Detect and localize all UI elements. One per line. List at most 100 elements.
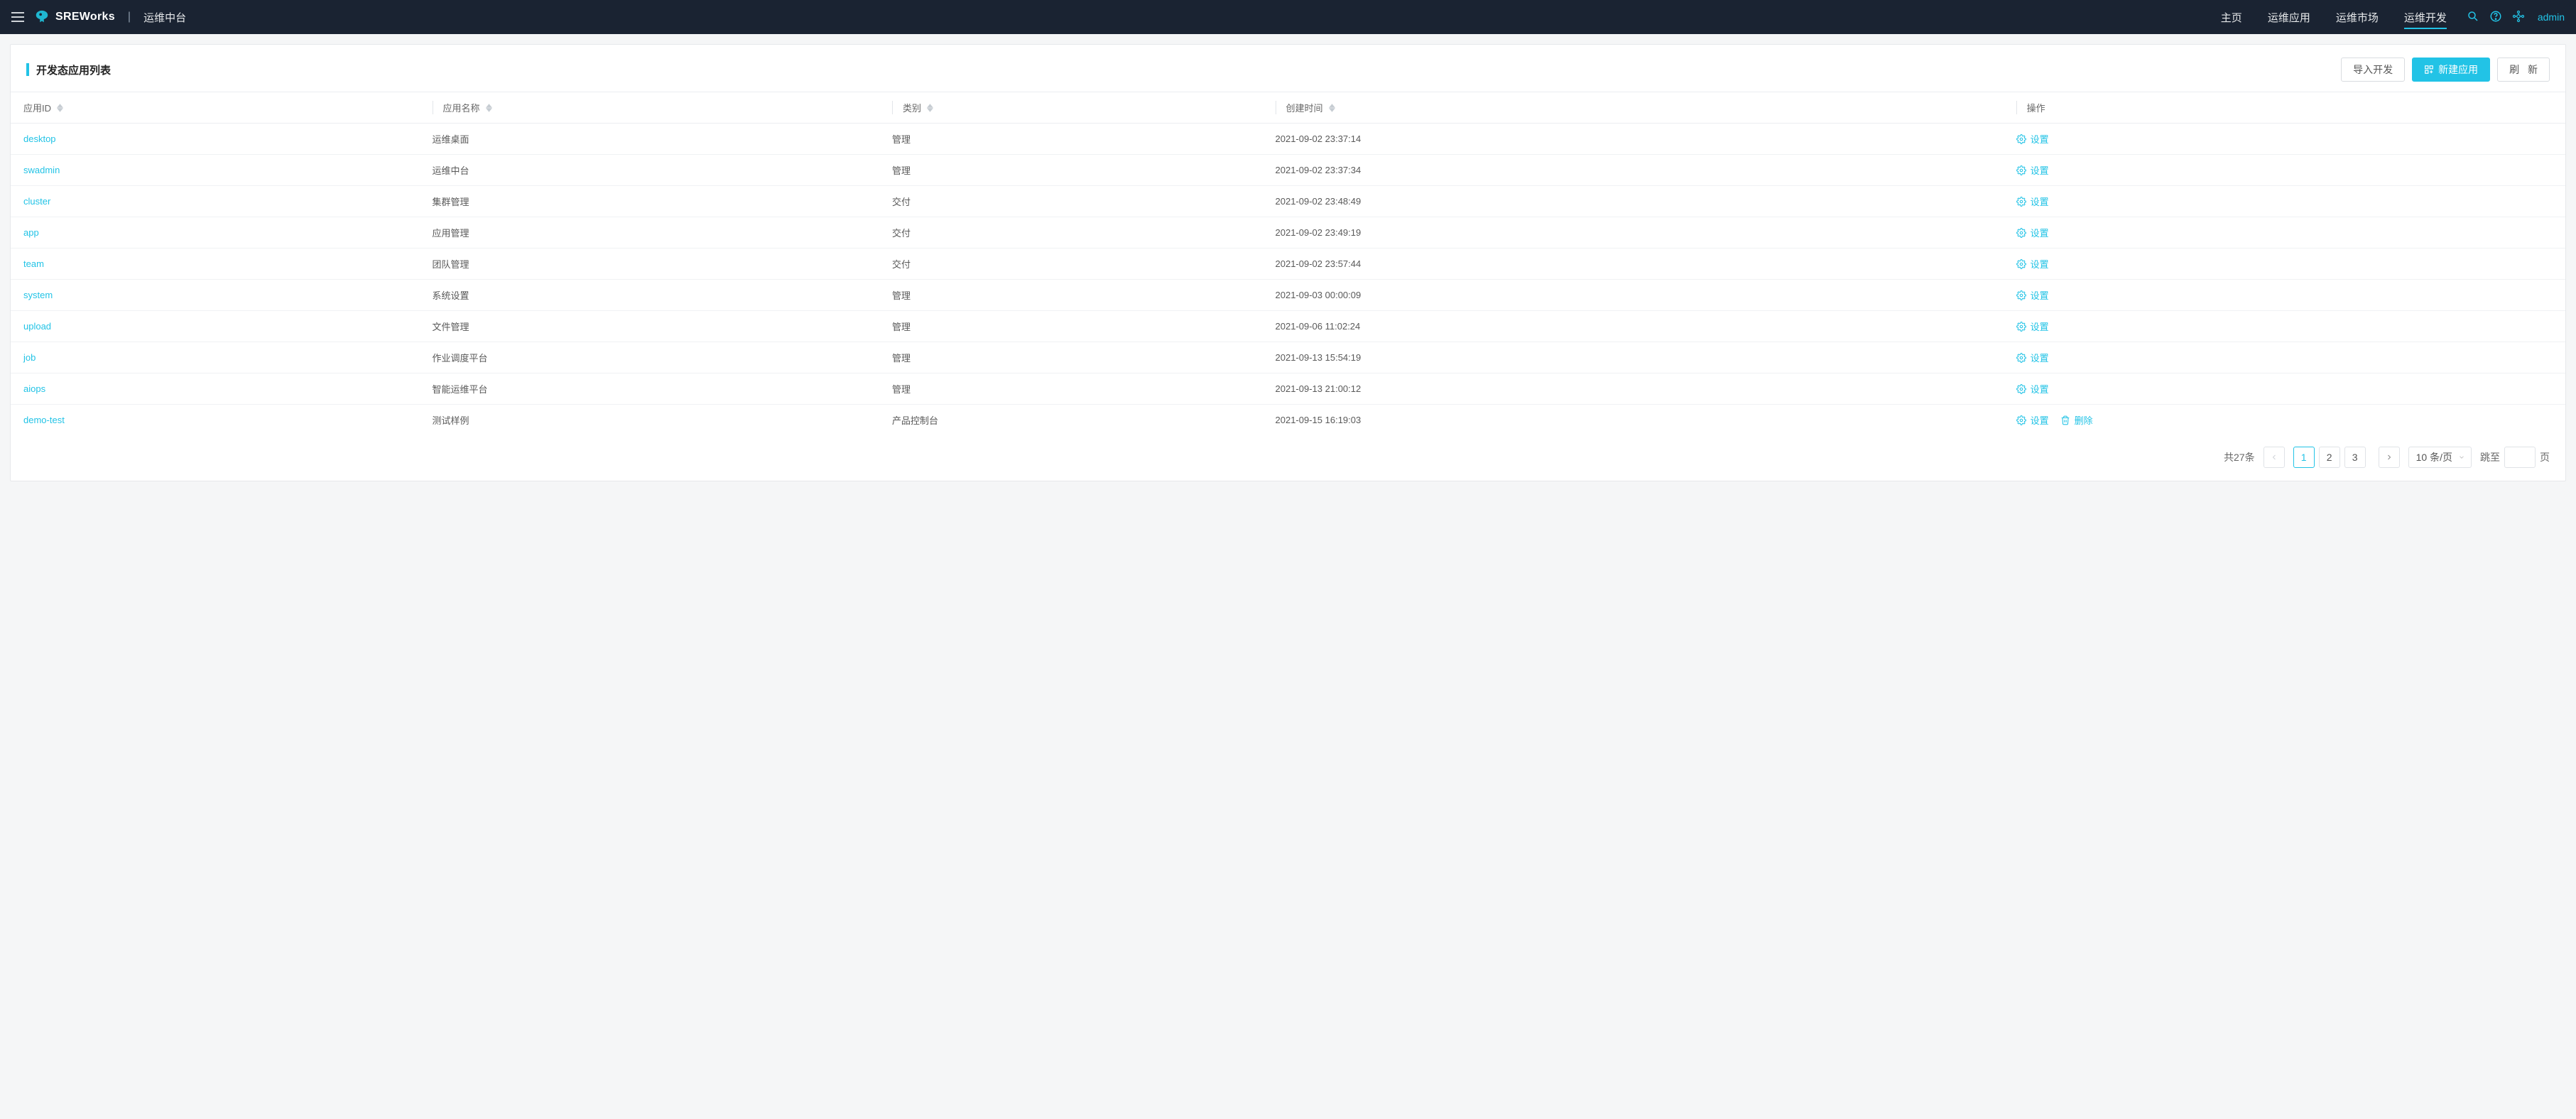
app-id-link[interactable]: swadmin bbox=[23, 165, 60, 175]
app-category: 管理 bbox=[892, 384, 911, 395]
brand-block[interactable]: SREWorks | 运维中台 bbox=[34, 9, 186, 25]
app-category: 交付 bbox=[892, 228, 911, 239]
app-id-link[interactable]: demo-test bbox=[23, 415, 65, 425]
gear-icon bbox=[2016, 353, 2026, 363]
delete-link[interactable]: 删除 bbox=[2060, 413, 2093, 427]
refresh-button[interactable]: 刷 新 bbox=[2497, 58, 2550, 82]
next-page-button[interactable] bbox=[2379, 447, 2400, 468]
table-row: cluster 集群管理 交付 2021-09-02 23:48:49 设置 bbox=[11, 186, 2565, 217]
import-button[interactable]: 导入开发 bbox=[2341, 58, 2405, 82]
help-icon[interactable] bbox=[2489, 10, 2502, 25]
brand-separator: | bbox=[128, 11, 131, 23]
settings-link[interactable]: 设置 bbox=[2016, 351, 2049, 364]
settings-link[interactable]: 设置 bbox=[2016, 257, 2049, 271]
jump-suffix: 页 bbox=[2540, 450, 2550, 464]
app-id-link[interactable]: desktop bbox=[23, 133, 56, 144]
page-size-label: 10 条/页 bbox=[2416, 450, 2452, 464]
settings-link[interactable]: 设置 bbox=[2016, 195, 2049, 208]
gear-icon bbox=[2016, 228, 2026, 238]
page-number-button[interactable]: 2 bbox=[2319, 447, 2340, 468]
table-row: job 作业调度平台 管理 2021-09-13 15:54:19 设置 bbox=[11, 342, 2565, 373]
settings-link[interactable]: 设置 bbox=[2016, 288, 2049, 302]
gear-icon bbox=[2016, 322, 2026, 332]
app-created: 2021-09-03 00:00:09 bbox=[1276, 290, 1362, 300]
user-name[interactable]: admin bbox=[2538, 11, 2565, 23]
app-created: 2021-09-02 23:57:44 bbox=[1276, 258, 1362, 269]
app-id-link[interactable]: cluster bbox=[23, 196, 50, 207]
table-row: demo-test 测试样例 产品控制台 2021-09-15 16:19:03… bbox=[11, 405, 2565, 436]
title-accent bbox=[26, 63, 29, 76]
sort-icon[interactable] bbox=[486, 104, 492, 112]
col-id: 应用ID bbox=[23, 101, 51, 114]
jump-page-input[interactable] bbox=[2504, 447, 2536, 468]
col-created: 创建时间 bbox=[1286, 101, 1323, 114]
app-created: 2021-09-15 16:19:03 bbox=[1276, 415, 1362, 425]
app-id-link[interactable]: app bbox=[23, 227, 39, 238]
sort-icon[interactable] bbox=[927, 104, 933, 112]
app-id-link[interactable]: job bbox=[23, 352, 36, 363]
prev-page-button[interactable] bbox=[2263, 447, 2285, 468]
gear-icon bbox=[2016, 415, 2026, 425]
page-number-button[interactable]: 1 bbox=[2293, 447, 2315, 468]
table-row: team 团队管理 交付 2021-09-02 23:57:44 设置 bbox=[11, 249, 2565, 280]
app-id-link[interactable]: upload bbox=[23, 321, 51, 332]
top-nav: 主页运维应用运维市场运维开发 bbox=[2221, 1, 2447, 33]
topnav-item[interactable]: 运维开发 bbox=[2404, 1, 2447, 33]
apps-icon[interactable] bbox=[2512, 10, 2525, 25]
app-id-link[interactable]: team bbox=[23, 258, 44, 269]
sort-icon[interactable] bbox=[57, 104, 63, 112]
settings-link[interactable]: 设置 bbox=[2016, 413, 2049, 427]
gear-icon bbox=[2016, 384, 2026, 394]
app-name: 团队管理 bbox=[433, 259, 469, 270]
col-ops: 操作 bbox=[2027, 101, 2045, 114]
app-created: 2021-09-06 11:02:24 bbox=[1276, 321, 1361, 332]
app-id-link[interactable]: system bbox=[23, 290, 53, 300]
trash-icon bbox=[2060, 415, 2070, 425]
gear-icon bbox=[2016, 134, 2026, 144]
app-name: 文件管理 bbox=[433, 322, 469, 332]
settings-link[interactable]: 设置 bbox=[2016, 132, 2049, 146]
settings-link[interactable]: 设置 bbox=[2016, 320, 2049, 333]
total-count: 共27条 bbox=[2224, 450, 2255, 464]
page-card: 开发态应用列表 导入开发 新建应用 刷 新 应用ID bbox=[10, 44, 2566, 481]
app-name: 系统设置 bbox=[433, 290, 469, 301]
create-app-label: 新建应用 bbox=[2438, 62, 2478, 77]
app-category: 交付 bbox=[892, 259, 911, 270]
app-name: 智能运维平台 bbox=[433, 384, 488, 395]
gear-icon bbox=[2016, 259, 2026, 269]
table-row: system 系统设置 管理 2021-09-03 00:00:09 设置 bbox=[11, 280, 2565, 311]
search-icon[interactable] bbox=[2467, 10, 2479, 25]
app-created: 2021-09-02 23:37:14 bbox=[1276, 133, 1362, 144]
app-category: 产品控制台 bbox=[892, 415, 938, 426]
app-id-link[interactable]: aiops bbox=[23, 383, 45, 394]
topnav-item[interactable]: 主页 bbox=[2221, 1, 2242, 33]
app-category: 管理 bbox=[892, 134, 911, 145]
app-name: 集群管理 bbox=[433, 197, 469, 207]
gear-icon bbox=[2016, 290, 2026, 300]
app-created: 2021-09-13 21:00:12 bbox=[1276, 383, 1362, 394]
app-created: 2021-09-02 23:49:19 bbox=[1276, 227, 1362, 238]
menu-toggle-icon[interactable] bbox=[11, 12, 24, 22]
app-name: 运维中台 bbox=[433, 165, 469, 176]
topnav-item[interactable]: 运维应用 bbox=[2268, 1, 2310, 33]
logo-icon bbox=[34, 9, 50, 25]
jump-label: 跳至 bbox=[2480, 450, 2500, 464]
create-app-button[interactable]: 新建应用 bbox=[2412, 58, 2490, 82]
top-bar: SREWorks | 运维中台 主页运维应用运维市场运维开发 admin bbox=[0, 0, 2576, 34]
page-number-button[interactable]: 3 bbox=[2344, 447, 2366, 468]
app-name: 作业调度平台 bbox=[433, 353, 488, 364]
app-category: 管理 bbox=[892, 353, 911, 364]
settings-link[interactable]: 设置 bbox=[2016, 226, 2049, 239]
chevron-down-icon bbox=[2458, 454, 2465, 461]
sort-icon[interactable] bbox=[1329, 104, 1335, 112]
settings-link[interactable]: 设置 bbox=[2016, 382, 2049, 395]
app-category: 管理 bbox=[892, 322, 911, 332]
page-size-select[interactable]: 10 条/页 bbox=[2408, 447, 2472, 468]
grid-plus-icon bbox=[2424, 65, 2434, 75]
settings-link[interactable]: 设置 bbox=[2016, 163, 2049, 177]
gear-icon bbox=[2016, 165, 2026, 175]
app-name: 应用管理 bbox=[433, 228, 469, 239]
app-created: 2021-09-02 23:37:34 bbox=[1276, 165, 1362, 175]
topnav-item[interactable]: 运维市场 bbox=[2336, 1, 2379, 33]
table-row: aiops 智能运维平台 管理 2021-09-13 21:00:12 设置 bbox=[11, 373, 2565, 405]
